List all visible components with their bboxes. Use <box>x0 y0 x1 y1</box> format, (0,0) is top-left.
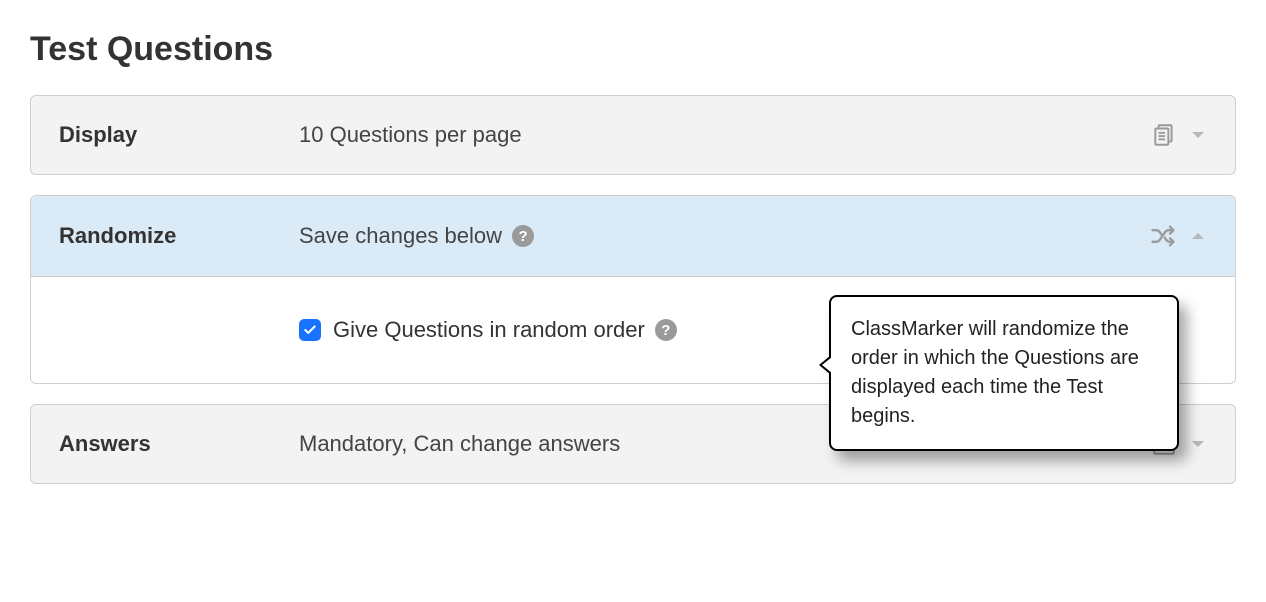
chevron-down-icon <box>1189 435 1207 453</box>
panel-randomize-label: Randomize <box>59 223 299 249</box>
panel-display-value: 10 Questions per page <box>299 122 1151 148</box>
random-order-label: Give Questions in random order <box>333 317 645 343</box>
section-title: Test Questions <box>30 30 1236 69</box>
random-order-tooltip: ClassMarker will randomize the order in … <box>829 295 1179 451</box>
panel-randomize-body: Give Questions in random order ? ClassMa… <box>31 276 1235 383</box>
panel-display-label: Display <box>59 122 299 148</box>
panel-display-controls <box>1151 122 1207 148</box>
help-icon[interactable]: ? <box>512 225 534 247</box>
shuffle-icon <box>1149 222 1177 250</box>
panel-randomize-value: Save changes below ? <box>299 223 1149 249</box>
chevron-up-icon <box>1189 227 1207 245</box>
chevron-down-icon <box>1189 126 1207 144</box>
help-icon[interactable]: ? <box>655 319 677 341</box>
panel-display: Display 10 Questions per page <box>30 95 1236 175</box>
panel-randomize-controls <box>1149 222 1207 250</box>
panel-randomize-header[interactable]: Randomize Save changes below ? <box>31 196 1235 276</box>
panel-display-header[interactable]: Display 10 Questions per page <box>31 96 1235 174</box>
panel-answers-label: Answers <box>59 431 299 457</box>
documents-icon <box>1151 122 1177 148</box>
panel-randomize: Randomize Save changes below ? <box>30 195 1236 384</box>
random-order-checkbox[interactable] <box>299 319 321 341</box>
option-random-order-row: Give Questions in random order ? ClassMa… <box>31 317 1207 343</box>
